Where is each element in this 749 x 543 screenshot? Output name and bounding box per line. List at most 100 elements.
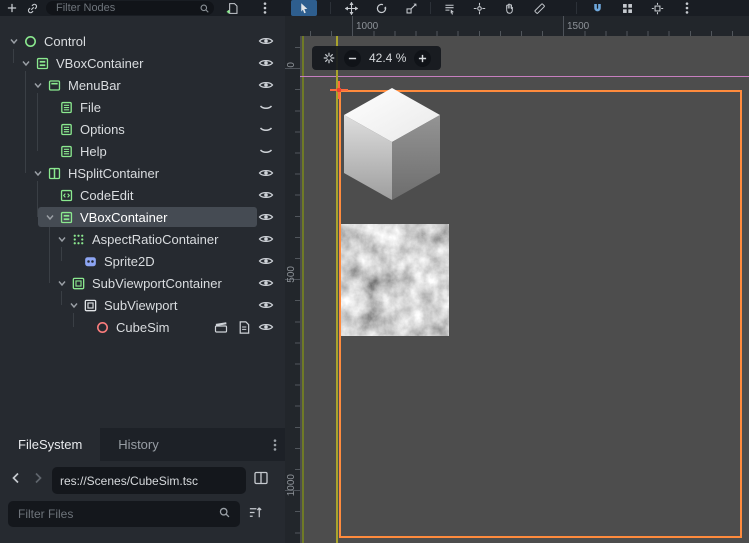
chevron-down-icon[interactable] [54,231,70,247]
tree-row-vboxcontainer[interactable]: VBoxContainer [0,52,285,74]
tree-row-aspectratiocontainer[interactable]: AspectRatioContainer [0,228,285,250]
chevron-down-icon[interactable] [30,77,46,93]
dock-options-menu[interactable] [273,428,277,461]
aspectratiocontainer-node-icon [70,231,86,247]
ruler-tool-button[interactable] [526,0,552,16]
chevron-down-icon[interactable] [30,165,46,181]
tree-row-cubesim[interactable]: CubeSim [0,316,285,338]
tree-row-options[interactable]: Options [0,118,285,140]
tree-row-subviewport[interactable]: SubViewport [0,294,285,316]
tree-row-menubar[interactable]: MenuBar [0,74,285,96]
kebab-menu-icon [685,1,689,15]
chevron-down-icon[interactable] [66,297,82,313]
tree-row-help[interactable]: Help [0,140,285,162]
pan-tool-button[interactable] [496,0,522,16]
nav-back-button[interactable] [10,472,22,484]
sort-files-button[interactable] [248,505,263,520]
visibility-eye-closed-icon[interactable] [258,143,274,159]
chevron-left-icon [10,472,22,484]
minus-icon [348,54,357,63]
tree-row-label: VBoxContainer [80,210,167,225]
scale-tool-button[interactable] [398,0,424,16]
zoom-in-button[interactable] [414,50,431,67]
godot-editor-window: Control VBoxContainer MenuBar Fi [0,0,749,543]
pan-hand-icon [503,2,516,15]
popupmenu-node-icon [58,143,74,159]
attach-script-button[interactable] [222,0,242,16]
tree-row-label: Help [80,144,107,159]
chevron-down-icon[interactable] [18,55,34,71]
instance-scene-button[interactable] [22,0,42,16]
smart-snap-toggle[interactable] [584,0,610,16]
tree-row-hsplitcontainer[interactable]: HSplitContainer [0,162,285,184]
ruler-corner [285,16,300,36]
dock-tab-bar: FileSystem History [0,428,285,461]
script-icon[interactable] [236,320,251,335]
tree-row-codeedit[interactable]: CodeEdit [0,184,285,206]
tree-row-vboxcontainer-selected[interactable]: VBoxContainer [0,206,285,228]
tree-row-sprite2d[interactable]: Sprite2D [0,250,285,272]
visibility-eye-icon[interactable] [258,231,274,247]
tree-row-label: Sprite2D [104,254,155,269]
select-arrow-icon [298,2,311,15]
ruler-label: 1000 [356,21,378,32]
rotate-tool-button[interactable] [368,0,394,16]
plus-icon [6,2,18,14]
tree-row-file[interactable]: File [0,96,285,118]
current-path-input[interactable] [52,467,246,494]
visibility-eye-icon[interactable] [258,33,274,49]
visibility-eye-closed-icon[interactable] [258,121,274,137]
list-select-icon [443,2,456,15]
visibility-eye-icon[interactable] [258,209,274,225]
toggle-split-mode-button[interactable] [253,470,269,486]
grid-snap-toggle[interactable] [614,0,640,16]
tree-row-subviewportcontainer[interactable]: SubViewportContainer [0,272,285,294]
move-tool-button[interactable] [338,0,364,16]
select-tool-button[interactable] [291,0,317,16]
filter-nodes-input[interactable] [46,1,214,15]
center-view-icon[interactable] [322,51,336,65]
visibility-eye-icon[interactable] [258,319,274,335]
pivot-icon [473,2,486,15]
filesystem-dock: FileSystem History [0,428,285,543]
link-icon [26,2,39,15]
pixel-snap-toggle[interactable] [644,0,670,16]
visibility-eye-icon[interactable] [258,275,274,291]
pivot-tool-button[interactable] [466,0,492,16]
chevron-right-icon [32,472,44,484]
visibility-eye-icon[interactable] [258,253,274,269]
visibility-eye-icon[interactable] [258,297,274,313]
visibility-eye-icon[interactable] [258,77,274,93]
list-select-tool-button[interactable] [436,0,462,16]
top-toolbar [0,0,749,16]
canvas-2d[interactable]: 42.4 % [300,36,749,543]
visibility-eye-closed-icon[interactable] [258,99,274,115]
chevron-down-icon[interactable] [54,275,70,291]
chevron-down-icon[interactable] [6,33,22,49]
add-node-button[interactable] [2,0,22,16]
hsplitcontainer-node-icon [46,165,62,181]
visibility-eye-icon[interactable] [258,187,274,203]
ruler-label: 0 [286,62,297,68]
search-icon [218,506,231,519]
tab-filesystem[interactable]: FileSystem [0,428,100,461]
ruler-label: 500 [286,266,297,283]
tab-history[interactable]: History [100,428,176,461]
zoom-out-button[interactable] [344,50,361,67]
container-bound-line-green [302,36,304,543]
open-instance-scene-icon[interactable] [213,319,229,335]
chevron-down-icon[interactable] [42,209,58,225]
visibility-eye-icon[interactable] [258,55,274,71]
nav-forward-button[interactable] [32,472,44,484]
tree-row-label: File [80,100,101,115]
tree-row-control[interactable]: Control [0,30,285,52]
zoom-level[interactable]: 42.4 % [369,51,406,65]
visibility-eye-icon[interactable] [258,165,274,181]
snap-options-menu[interactable] [678,0,696,16]
filter-files-input[interactable] [8,501,240,527]
cubesim-node-icon [94,319,110,335]
scene-menu-button[interactable] [256,0,274,16]
split-view-icon [253,470,269,486]
ruler-icon [533,2,546,15]
menubar-node-icon [46,77,62,93]
